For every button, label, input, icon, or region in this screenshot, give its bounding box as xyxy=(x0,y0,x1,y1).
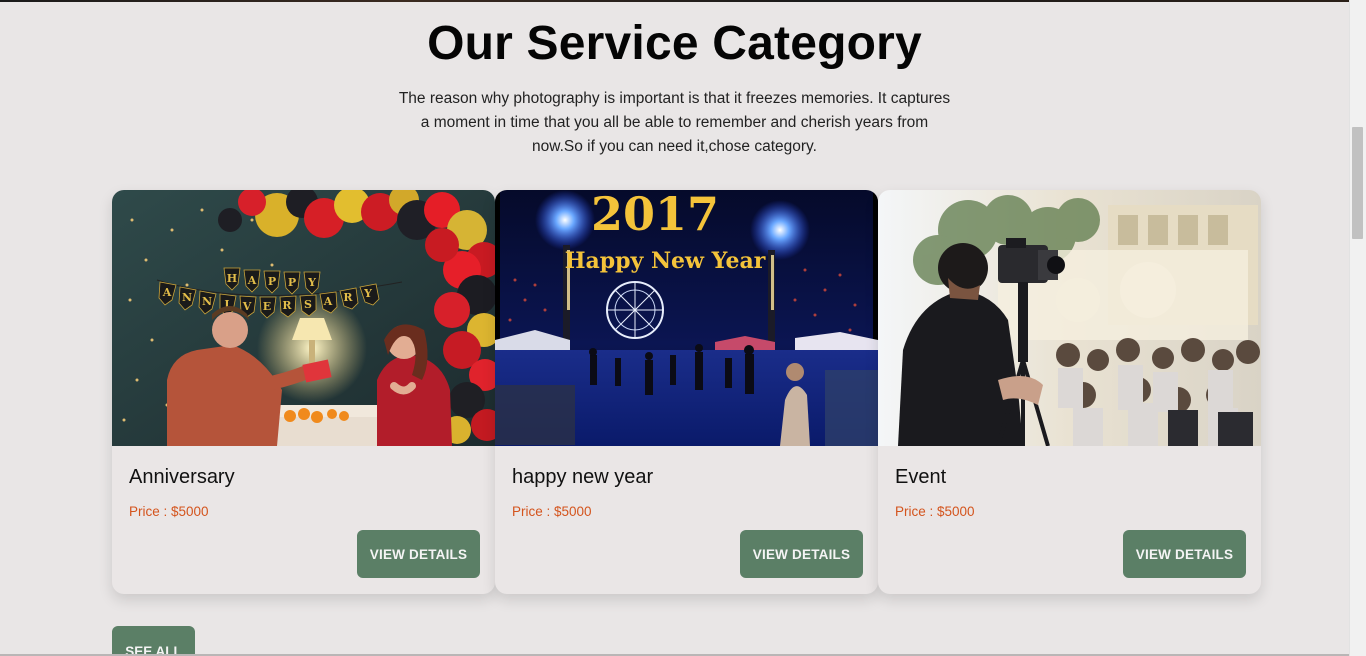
service-card-anniversary: H A P P Y A N N I V E R S A R Y Annivers… xyxy=(112,190,495,594)
svg-text:P: P xyxy=(288,276,296,289)
card-title[interactable]: Anniversary xyxy=(129,466,235,489)
svg-text:A: A xyxy=(247,274,257,287)
event-photo xyxy=(878,190,1261,446)
service-card-list: H A P P Y A N N I V E R S A R Y Annivers… xyxy=(112,190,1262,594)
svg-text:2017: 2017 xyxy=(591,190,719,241)
scrollbar-thumb[interactable] xyxy=(1352,127,1363,239)
section-description: The reason why photography is important … xyxy=(398,90,951,155)
hero-image-edge xyxy=(0,0,1349,2)
svg-text:R: R xyxy=(343,291,353,304)
svg-text:N: N xyxy=(202,295,212,308)
card-title[interactable]: happy new year xyxy=(512,466,653,489)
anniversary-image[interactable]: H A P P Y A N N I V E R S A R Y xyxy=(112,190,495,446)
view-details-button[interactable]: VIEW DETAILS xyxy=(740,530,863,578)
svg-text:S: S xyxy=(304,298,312,311)
event-image[interactable] xyxy=(878,190,1261,446)
new-year-photo: 2017 Happy New Year xyxy=(495,190,878,446)
card-price: Price : $5000 xyxy=(129,504,209,519)
svg-text:A: A xyxy=(162,286,172,299)
svg-text:Happy New Year: Happy New Year xyxy=(565,248,766,274)
card-price: Price : $5000 xyxy=(512,504,592,519)
see-all-button[interactable]: SEE ALL xyxy=(112,626,195,656)
svg-text:H: H xyxy=(227,272,237,285)
svg-text:E: E xyxy=(263,300,271,313)
service-card-event: Event Price : $5000 VIEW DETAILS xyxy=(878,190,1261,594)
new-year-image[interactable]: 2017 Happy New Year xyxy=(495,190,878,446)
view-details-button[interactable]: VIEW DETAILS xyxy=(1123,530,1246,578)
svg-text:P: P xyxy=(268,275,276,288)
svg-text:Y: Y xyxy=(363,287,372,300)
svg-text:N: N xyxy=(182,291,192,304)
svg-text:Y: Y xyxy=(307,276,316,289)
view-details-button[interactable]: VIEW DETAILS xyxy=(357,530,480,578)
svg-text:R: R xyxy=(282,299,292,312)
svg-text:A: A xyxy=(323,295,333,308)
card-price: Price : $5000 xyxy=(895,504,975,519)
vertical-scrollbar[interactable] xyxy=(1349,0,1366,656)
card-title[interactable]: Event xyxy=(895,466,946,489)
anniversary-photo: H A P P Y A N N I V E R S A R Y xyxy=(112,190,495,446)
section-title: Our Service Category xyxy=(427,17,922,70)
service-card-happy-new-year: 2017 Happy New Year happy new year Price… xyxy=(495,190,878,594)
